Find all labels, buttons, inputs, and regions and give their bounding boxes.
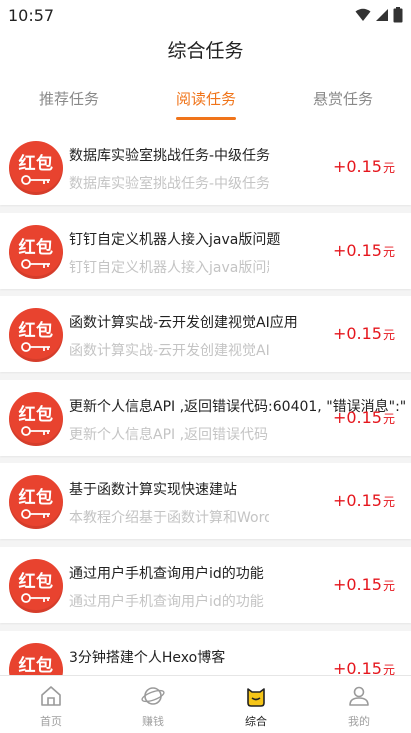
nav-mine[interactable]: 我的	[308, 676, 410, 733]
task-row[interactable]: 红包 数据库实验室挑战任务-中级任务 数据库实验室挑战任务-中级任务 +0.15元	[0, 129, 411, 205]
reward-value: 0.15	[346, 157, 382, 176]
reward-amount: +0.15元	[333, 241, 395, 260]
task-subtitle: 数据库实验室挑战任务-中级任务	[69, 176, 269, 192]
key-icon	[21, 425, 50, 436]
reward-value: 0.15	[346, 324, 382, 344]
nav-earn[interactable]: 赚钱	[102, 676, 204, 733]
tab-label: 悬赏任务	[312, 90, 373, 108]
tab-bounty[interactable]: 悬赏任务	[283, 86, 403, 122]
nav-label: 综合	[245, 715, 267, 728]
red-packet-label: 红包	[18, 154, 54, 174]
key-icon	[21, 342, 50, 353]
reward-sign: +	[332, 157, 347, 176]
reward-sign: +	[332, 658, 347, 675]
key-icon	[21, 258, 50, 269]
status-time: 10:57	[8, 5, 55, 25]
key-icon	[21, 593, 50, 603]
bottom-nav: 首页 赚钱 综合 我的	[0, 675, 411, 732]
reward-unit: 元	[382, 411, 395, 426]
red-packet-icon: 红包	[9, 642, 63, 675]
task-subtitle: 钉钉自定义机器人接入java版问题	[69, 259, 269, 276]
nav-home[interactable]: 首页	[0, 676, 102, 733]
task-row[interactable]: 红包函数计算实战-云开发创建视觉AI应用函数计算实战-云开发创建视觉AI应用+0…	[0, 296, 411, 373]
task-subtitle: 更新个人信息API ,返回错误代码:60401, "错误消息"	[69, 426, 269, 443]
reward-unit: 元	[382, 161, 395, 175]
red-packet-label: 红包	[18, 237, 54, 258]
task-row[interactable]: 红包 通过用户手机查询用户id的功能 通过用户手机查询用户id的功能 +0.15元	[0, 546, 411, 623]
user-icon	[349, 686, 369, 706]
task-row[interactable]: 红包 更新个人信息API ,返回错误代码:60401, "错误消息":" 更新个人信…	[0, 379, 411, 456]
red-packet-icon: 红包	[9, 558, 63, 613]
task-subtitle: 本教程介绍基于函数计算和Word	[69, 510, 269, 527]
reward-value: 0.15	[346, 407, 382, 427]
red-packet-icon: 红包	[9, 308, 63, 363]
red-packet-icon: 红包	[9, 475, 63, 530]
reward-unit: 元	[382, 578, 395, 593]
key-icon	[21, 509, 50, 520]
page-title: 综合任务	[167, 40, 244, 62]
red-packet-icon: 红包	[9, 141, 63, 195]
reward-unit: 元	[382, 328, 395, 343]
status-bar: 10:57	[0, 0, 411, 30]
reward-sign: +	[332, 491, 347, 511]
task-subtitle: 通过用户手机查询用户id的功能	[69, 593, 264, 610]
reward-amount: +0.15元	[333, 157, 395, 176]
task-row[interactable]: 红包 3分钟搭建个人Hexo博客 +0.15元	[0, 630, 411, 675]
nav-label: 首页	[40, 715, 62, 728]
planet-icon	[141, 687, 165, 705]
reward-unit: 元	[382, 495, 395, 510]
task-list[interactable]: 红包 数据库实验室挑战任务-中级任务 数据库实验室挑战任务-中级任务 +0.15元 红包…	[0, 129, 411, 675]
reward-value: 0.15	[346, 240, 382, 260]
tab-recommended[interactable]: 推荐任务	[9, 86, 129, 122]
red-packet-icon: 红包	[9, 224, 63, 279]
task-row[interactable]: 红包 基于函数计算实现快速建站 本教程介绍基于函数计算和Word +0.15元	[0, 463, 411, 540]
red-packet-label: 红包	[18, 655, 54, 675]
nav-general[interactable]: 综合	[205, 676, 307, 733]
task-subtitle: 函数计算实战-云开发创建视觉AI应用	[69, 343, 269, 360]
reward-value: 0.15	[346, 658, 382, 675]
nav-label: 我的	[348, 715, 370, 728]
reward-sign: +	[332, 574, 347, 594]
reward-amount: +0.15元	[333, 408, 395, 427]
red-packet-icon: 红包	[9, 391, 63, 446]
signal-icon	[376, 9, 388, 21]
wifi-icon	[355, 8, 371, 21]
reward-sign: +	[332, 240, 347, 260]
task-row[interactable]: 红包 钉钉自定义机器人接入java版问题 钉钉自定义机器人接入java版问题 +0.1…	[0, 212, 411, 289]
reward-unit: 元	[382, 244, 395, 259]
reward-value: 0.15	[346, 491, 382, 511]
key-icon	[21, 175, 50, 185]
tab-reading[interactable]: 阅读任务	[146, 86, 266, 122]
task-tabs: 推荐任务 阅读任务 悬赏任务	[0, 86, 411, 122]
reward-sign: +	[332, 324, 347, 344]
cat-face-icon	[247, 688, 265, 707]
battery-icon	[393, 7, 403, 23]
reward-value: 0.15	[346, 574, 382, 594]
red-packet-label: 红包	[18, 321, 54, 342]
tab-active-indicator	[176, 117, 236, 120]
reward-sign: +	[332, 407, 347, 427]
status-icons	[355, 7, 403, 23]
reward-unit: 元	[382, 662, 395, 675]
tab-label: 阅读任务	[175, 90, 236, 108]
reward-amount: +0.15元	[333, 575, 395, 594]
reward-amount: +0.15元	[333, 659, 395, 675]
home-icon	[41, 686, 61, 706]
tab-label: 推荐任务	[38, 90, 99, 108]
red-packet-label: 红包	[18, 404, 54, 425]
reward-amount: +0.15元	[333, 491, 395, 510]
nav-label: 赚钱	[142, 715, 164, 728]
red-packet-label: 红包	[18, 571, 54, 592]
reward-amount: +0.15元	[333, 324, 395, 343]
red-packet-label: 红包	[18, 488, 54, 509]
